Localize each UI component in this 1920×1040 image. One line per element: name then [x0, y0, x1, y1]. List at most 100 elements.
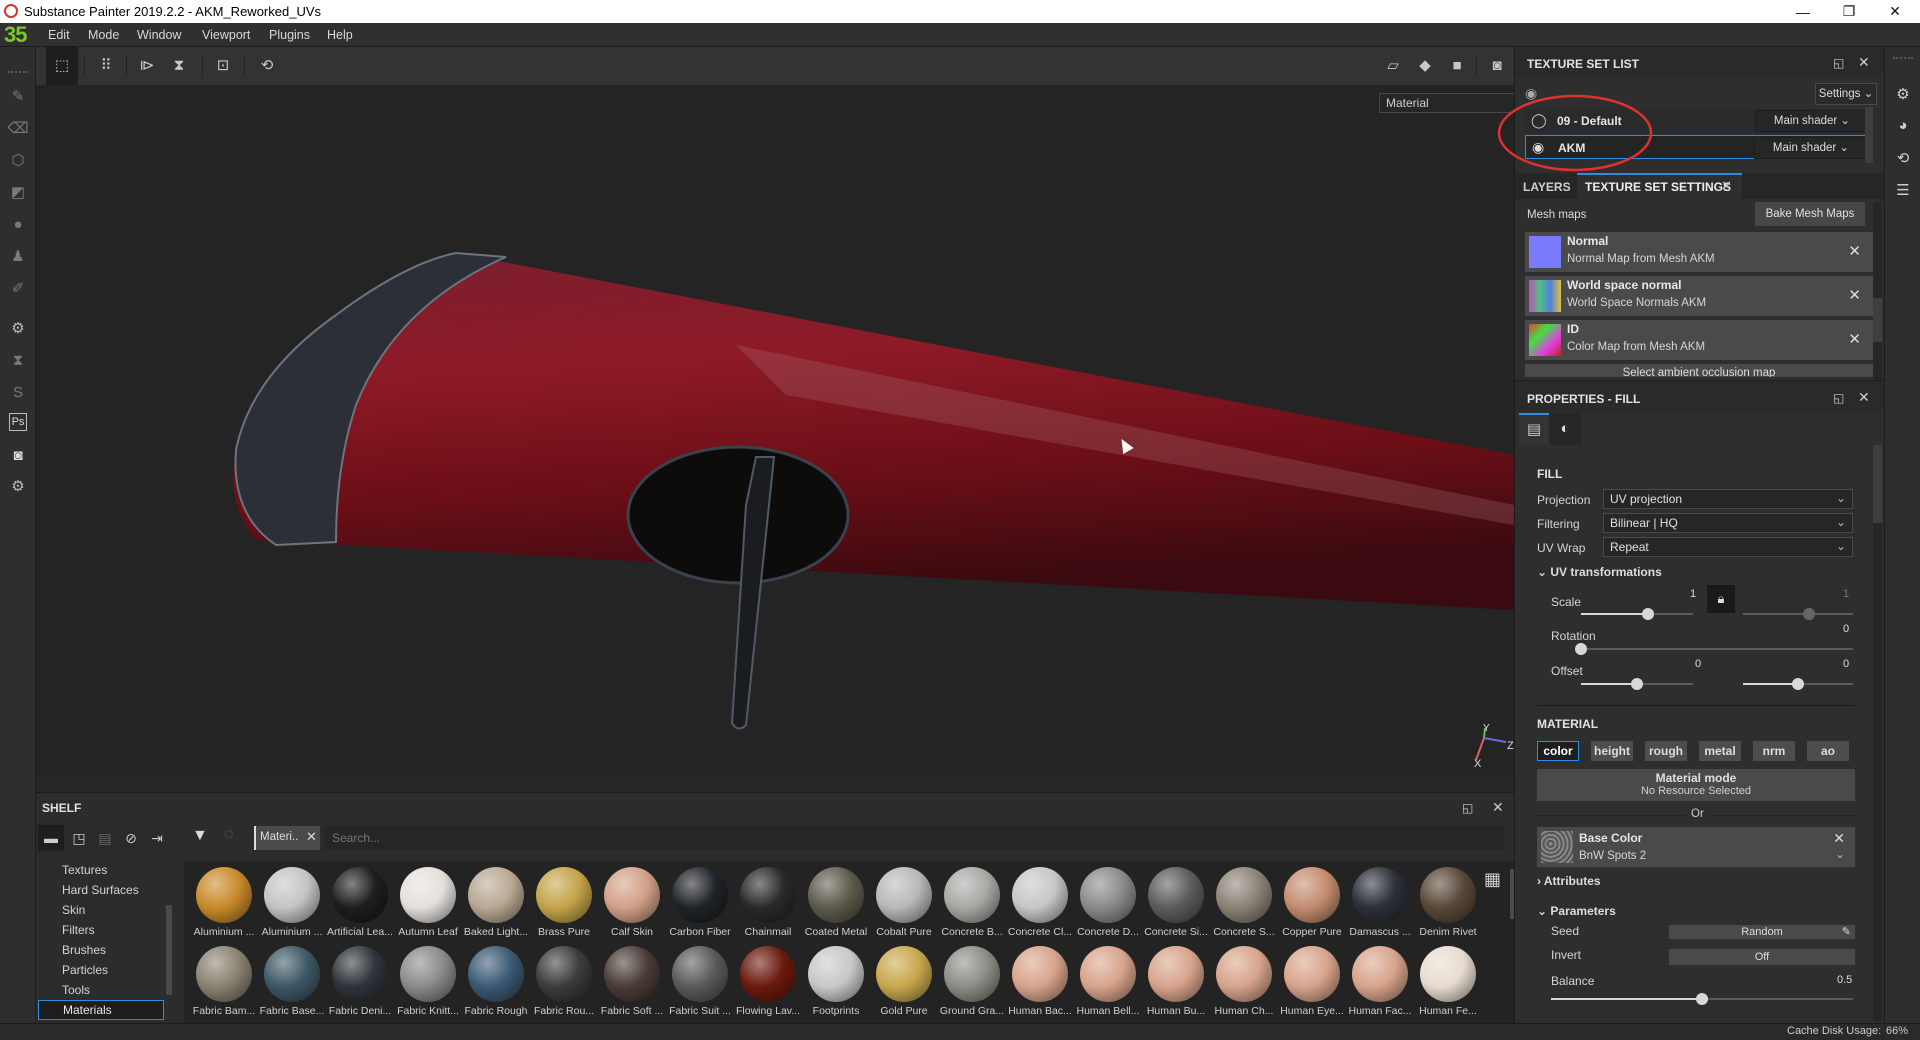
mirror-vertical-icon[interactable]: ⧗ [164, 53, 194, 79]
menu-mode[interactable]: Mode [88, 28, 119, 42]
material-thumbnail[interactable]: Human Ch... [1210, 946, 1278, 1017]
screenshot-icon[interactable]: ◙ [1482, 53, 1512, 79]
material-thumbnail[interactable]: Carbon Fiber [666, 867, 734, 938]
category-brushes[interactable]: Brushes [62, 943, 106, 957]
import-icon[interactable]: ⇥ [144, 825, 170, 851]
grid-symmetry-icon[interactable]: ⠿ [91, 53, 121, 79]
material-thumbnail[interactable]: Coated Metal [802, 867, 870, 938]
close-tab-icon[interactable]: ✕ [1721, 178, 1732, 194]
material-thumbnail[interactable]: Ground Gra... [938, 946, 1006, 1017]
category-textures[interactable]: Textures [62, 863, 107, 877]
bake-mesh-maps-button[interactable]: Bake Mesh Maps [1755, 202, 1865, 226]
ambient-occlusion-slot[interactable]: Select ambient occlusion map [1525, 364, 1873, 377]
texture-set-scrollbar[interactable] [1865, 107, 1873, 163]
smudge-icon[interactable]: ● [6, 213, 30, 237]
material-thumbnail[interactable]: Fabric Rou... [530, 946, 598, 1017]
slider-handle[interactable] [1642, 608, 1655, 620]
new-document-icon[interactable]: ◳ [66, 825, 92, 851]
menu-window[interactable]: Window [137, 28, 181, 42]
material-thumbnail[interactable]: Autumn Leaf [394, 867, 462, 938]
material-thumbnail[interactable]: Chainmail [734, 867, 802, 938]
material-thumbnail[interactable]: Copper Pure [1278, 867, 1346, 938]
settings-dropdown[interactable]: Settings ⌄ [1815, 83, 1877, 105]
material-thumbnail[interactable]: Aluminium ... [258, 867, 326, 938]
shader-dropdown[interactable]: Main shader ⌄ [1755, 110, 1869, 132]
category-hard-surfaces[interactable]: Hard Surfaces [62, 883, 139, 897]
channel-height-button[interactable]: height [1591, 741, 1633, 761]
float-panel-icon[interactable]: ◱ [1833, 56, 1844, 70]
category-scrollbar[interactable] [166, 905, 172, 995]
mirror-horizontal-icon[interactable]: ⧐ [132, 53, 162, 79]
close-panel-icon[interactable]: ✕ [1858, 54, 1870, 71]
tab-texture-set-settings[interactable]: TEXTURE SET SETTINGS [1577, 173, 1742, 199]
material-thumbnail[interactable]: Fabric Base... [258, 946, 326, 1017]
slider-handle[interactable] [1575, 643, 1587, 655]
material-thumbnail[interactable]: Human Bu... [1142, 946, 1210, 1017]
material-thumbnail[interactable]: Human Fe... [1414, 946, 1482, 1017]
polygon-fill-icon[interactable]: ◩ [6, 181, 30, 205]
substance-share-icon[interactable]: ⚙ [6, 475, 30, 499]
category-tools[interactable]: Tools [62, 983, 90, 997]
material-thumbnail[interactable]: Footprints [802, 946, 870, 1017]
minimize-button[interactable]: — [1780, 0, 1826, 23]
selection-box-icon[interactable]: ⬚ [46, 47, 78, 85]
pencil-icon[interactable]: ✎ [1842, 925, 1851, 939]
float-panel-icon[interactable]: ◱ [1462, 801, 1473, 815]
paint-brush-icon[interactable]: ✎ [6, 85, 30, 109]
close-panel-icon[interactable]: ✕ [1858, 389, 1870, 406]
category-skin[interactable]: Skin [62, 903, 85, 917]
refresh-icon[interactable]: ◌ [224, 826, 234, 844]
filtering-dropdown[interactable]: Bilinear | HQ ⌄ [1603, 513, 1853, 533]
material-thumbnail[interactable]: Denim Rivet [1414, 867, 1482, 938]
material-thumbnail[interactable]: Fabric Bam... [190, 946, 258, 1017]
material-thumbnail[interactable]: Concrete B... [938, 867, 1006, 938]
offset-v-value[interactable]: 0 [1843, 658, 1849, 670]
slider-handle[interactable] [1696, 993, 1708, 1005]
menu-plugins[interactable]: Plugins [269, 28, 310, 42]
channel-nrm-button[interactable]: nrm [1753, 741, 1795, 761]
texture-settings-scrollbar[interactable] [1873, 202, 1882, 380]
filter-icon[interactable]: ▼ [192, 827, 208, 845]
material-thumbnail[interactable]: Concrete Si... [1142, 867, 1210, 938]
remove-map-icon[interactable]: ✕ [1848, 242, 1861, 260]
material-thumbnail[interactable]: Fabric Rough [462, 946, 530, 1017]
projection-dropdown[interactable]: UV projection ⌄ [1603, 489, 1853, 509]
color-picker-icon[interactable]: ✐ [6, 277, 30, 301]
balance-value[interactable]: 0.5 [1837, 974, 1852, 986]
projection-icon[interactable]: ⬡ [6, 149, 30, 173]
scale-u-value[interactable]: 1 [1690, 588, 1696, 600]
grid-view-icon[interactable]: ▦ [1484, 869, 1501, 890]
channel-metal-button[interactable]: metal [1699, 741, 1741, 761]
float-panel-icon[interactable]: ◱ [1833, 391, 1844, 405]
uv-transformations-toggle[interactable]: ⌄ UV transformations [1537, 565, 1662, 579]
material-thumbnail[interactable]: Fabric Suit ... [666, 946, 734, 1017]
uvwrap-dropdown[interactable]: Repeat ⌄ [1603, 537, 1853, 557]
filter-tag[interactable]: Materi.. ✕ [254, 826, 320, 850]
menu-viewport[interactable]: Viewport [202, 28, 250, 42]
scale-v-value[interactable]: 1 [1843, 588, 1849, 600]
display-mode-dropdown[interactable]: Material ⌄ [1379, 93, 1514, 113]
menu-help[interactable]: Help [327, 28, 353, 42]
material-thumbnail[interactable]: Fabric Knitt... [394, 946, 462, 1017]
category-particles[interactable]: Particles [62, 963, 108, 977]
slider-handle[interactable] [1792, 678, 1804, 690]
remove-filter-icon[interactable]: ✕ [306, 829, 317, 845]
shelf-search-input[interactable] [324, 826, 1504, 850]
remove-resource-icon[interactable]: ✕ [1833, 830, 1845, 847]
close-window-button[interactable]: ✕ [1872, 0, 1918, 23]
toolbar-grip[interactable] [1893, 57, 1913, 59]
tab-layers[interactable]: LAYERS [1523, 180, 1571, 194]
material-mode-slot[interactable]: Material mode No Resource Selected [1537, 769, 1855, 801]
chevron-down-icon[interactable]: ⌄ [1835, 847, 1845, 861]
center-frame-icon[interactable]: ⊡ [208, 53, 238, 79]
close-shelf-icon[interactable]: ✕ [1492, 799, 1504, 816]
camera-icon[interactable]: ■ [1442, 53, 1472, 79]
material-thumbnail[interactable]: Aluminium ... [190, 867, 258, 938]
mesh-map-world-space-normal[interactable]: World space normal World Space Normals A… [1525, 276, 1873, 316]
parameters-toggle[interactable]: ⌄ Parameters [1537, 904, 1616, 918]
category-filters[interactable]: Filters [62, 923, 95, 937]
material-thumbnail[interactable]: Brass Pure [530, 867, 598, 938]
material-thumbnail[interactable]: Cobalt Pure [870, 867, 938, 938]
toolbar-grip[interactable] [8, 71, 28, 73]
lock-icon[interactable]: 🔒︎ [1707, 585, 1735, 613]
